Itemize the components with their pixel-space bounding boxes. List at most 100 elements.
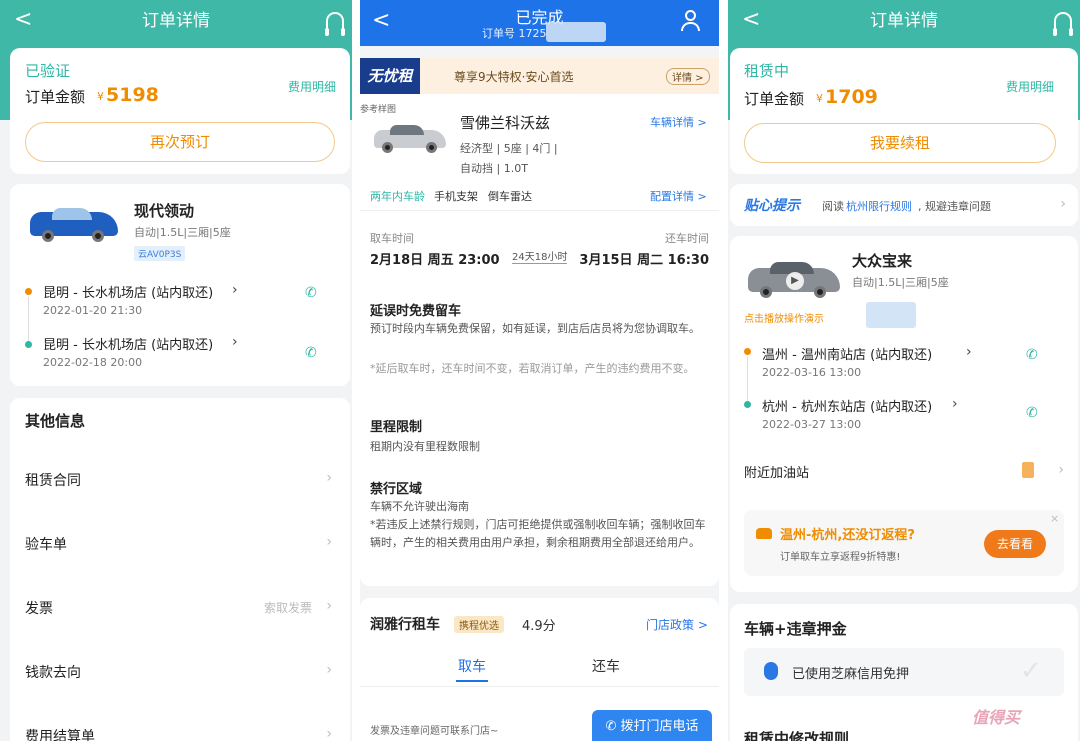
divider — [360, 686, 719, 687]
rule-title: 禁行区域 — [370, 482, 423, 497]
car-image — [374, 124, 446, 156]
return-time: 3月15日 周二 16:30 — [579, 253, 709, 268]
check-icon: ✓ — [1020, 656, 1042, 686]
headset-icon[interactable] — [1053, 12, 1073, 36]
pickup-time: 2022-03-16 13:00 — [762, 366, 862, 379]
request-invoice-hint: 索取发票 — [263, 601, 312, 615]
chevron-right-icon: › — [326, 470, 332, 486]
play-icon[interactable]: ▶ — [786, 272, 804, 290]
car-tags-2: 自动挡 | 1.0T — [460, 162, 528, 175]
car-specs: 自动|1.5L|三厢|5座 — [134, 226, 231, 239]
page-title: 订单详情 — [870, 11, 938, 31]
deposit-title: 车辆+违章押金 — [744, 620, 847, 638]
redacted-area — [546, 22, 606, 42]
dropoff-store[interactable]: 杭州 - 杭州东站店 (站内取还) — [762, 396, 932, 415]
redacted-area — [866, 302, 916, 328]
pickup-dot — [25, 288, 32, 295]
chevron-right-icon: › — [326, 534, 332, 550]
list-item-label: 钱款去向 — [25, 665, 81, 681]
call-store-button[interactable]: ✆ 拨打门店电话 — [592, 710, 712, 741]
fee-detail-link[interactable]: 费用明细 — [288, 78, 336, 95]
list-item-label: 发票 — [25, 601, 53, 617]
amount-label: 订单金额 — [25, 88, 86, 106]
back-button[interactable]: < — [742, 0, 760, 40]
banner-detail-button[interactable]: 详情 > — [666, 68, 710, 85]
return-time-label: 还车时间 — [665, 232, 709, 245]
tip-bar[interactable]: 贴心提示 阅读 杭州限行规则 , 规避违章问题 › — [730, 184, 1078, 226]
list-item-contract[interactable]: 租赁合同 › — [10, 448, 350, 512]
pickup-dot — [744, 348, 751, 355]
rule-note: *延后取车时，还车时间不变，若取消订单，产生的违约费用不变。 — [370, 362, 695, 375]
phone-icon[interactable]: ✆ — [1026, 406, 1040, 420]
page-title: 订单详情 — [142, 11, 210, 31]
car-specs: 自动|1.5L|三厢|5座 — [852, 276, 949, 289]
chevron-right-icon: › — [1060, 196, 1066, 212]
car-name: 现代领动 — [134, 202, 195, 220]
rule-title: 延误时免费留车 — [370, 304, 462, 319]
dropoff-time: 2022-03-27 13:00 — [762, 418, 862, 431]
phone-icon[interactable]: ✆ — [1026, 348, 1040, 362]
parking-radar-feature: 倒车雷达 — [488, 190, 532, 203]
pickup-store[interactable]: 昆明 - 长水机场店 (站内取还) — [43, 282, 213, 301]
list-item-settlement[interactable]: 费用结算单 › — [10, 704, 350, 741]
headset-icon[interactable] — [325, 12, 345, 36]
dropoff-dot — [744, 401, 751, 408]
car-image — [30, 206, 118, 244]
list-item-invoice[interactable]: 发票 索取发票 › — [10, 576, 350, 640]
rule-note: *若违反上述禁行规则，门店可拒绝提供或强制收回车辆；强制收回车辆时，产生的相关费… — [370, 518, 706, 549]
list-item-inspection[interactable]: 验车单 › — [10, 512, 350, 576]
chevron-right-icon: › — [1058, 462, 1064, 478]
promo-subtitle: 订单取车立享返程9折特惠! — [780, 552, 901, 563]
car-info-card: 现代领动 自动|1.5L|三厢|5座 云AV0P3S 昆明 - 长水机场店 (站… — [10, 184, 350, 386]
list-item-payment-flow[interactable]: 钱款去向 › — [10, 640, 350, 704]
top-bar: < 订单详情 — [728, 0, 1080, 44]
tip-link[interactable]: 杭州限行规则 — [846, 198, 912, 214]
deposit-status: 已使用芝麻信用免押 — [792, 667, 910, 682]
tab-return[interactable]: 还车 — [592, 656, 620, 676]
fee-detail-link[interactable]: 费用明细 — [1006, 78, 1054, 95]
pickup-store[interactable]: 温州 - 温州南站店 (站内取还) — [762, 344, 932, 363]
play-demo-link[interactable]: 点击播放操作演示 — [744, 310, 824, 325]
back-button[interactable]: < — [14, 0, 32, 40]
dropoff-store[interactable]: 昆明 - 长水机场店 (站内取还) — [43, 334, 213, 353]
list-item-label: 验车单 — [25, 537, 67, 553]
nearby-gas-station[interactable]: 附近加油站 — [744, 462, 809, 481]
return-trip-promo[interactable]: 温州-杭州,还没订返程? 订单取车立享返程9折特惠! 去看看 × — [744, 510, 1064, 576]
phone-icon[interactable]: ✆ — [305, 346, 319, 360]
chevron-right-icon: › — [326, 662, 332, 678]
phone-icon[interactable]: ✆ — [305, 286, 319, 300]
divider — [360, 210, 719, 211]
reference-image-label: 参考样图 — [360, 105, 397, 115]
chevron-right-icon: › — [966, 344, 972, 360]
water-drop-icon — [764, 662, 778, 680]
rule-title: 里程限制 — [370, 420, 423, 435]
car-icon — [756, 528, 772, 539]
renew-button[interactable]: 我要续租 — [744, 123, 1056, 163]
chevron-right-icon: › — [326, 598, 332, 614]
worry-free-banner[interactable]: 无忧租 尊享9大特权·安心首选 详情 > — [360, 58, 719, 94]
amount-label: 订单金额 — [744, 90, 805, 108]
order-detail-panel-renting: < 订单详情 租赁中 费用明细 订单金额 ¥ 1709 我要续租 贴心提示 阅读… — [728, 0, 1080, 741]
vehicle-detail-link[interactable]: 车辆详情 > — [650, 114, 707, 130]
order-detail-panel-verified: < 订单详情 已验证 费用明细 订单金额 ¥ 5198 再次预订 现代领动 自动… — [0, 0, 352, 741]
route-line — [28, 297, 29, 341]
dropoff-time: 2022-02-18 20:00 — [43, 356, 143, 369]
rule-body: 预订时段内车辆免费保留，如有延误，到店后店员将为您协调取车。 — [370, 322, 700, 335]
go-see-button[interactable]: 去看看 — [984, 530, 1046, 558]
store-policy-link[interactable]: 门店政策 > — [646, 616, 708, 633]
gas-pump-icon — [1022, 462, 1034, 478]
rebook-button[interactable]: 再次预订 — [25, 122, 335, 162]
car-image[interactable]: ▶ — [748, 256, 840, 304]
tip-prefix: 阅读 — [822, 200, 844, 213]
call-store-label: 拨打门店电话 — [620, 719, 699, 734]
config-detail-link[interactable]: 配置详情 > — [650, 188, 707, 204]
tab-pickup[interactable]: 取车 — [458, 656, 486, 676]
divider — [719, 0, 728, 741]
banner-text: 尊享9大特权·安心首选 — [454, 70, 574, 84]
order-number: 订单号 1725 — [482, 27, 547, 40]
close-icon[interactable]: × — [1050, 512, 1059, 525]
customer-service-icon[interactable] — [680, 10, 702, 32]
route-line — [747, 357, 748, 401]
rule-body: 车辆不允许驶出海南 — [370, 500, 469, 513]
promo-title: 温州-杭州,还没订返程? — [780, 528, 915, 543]
